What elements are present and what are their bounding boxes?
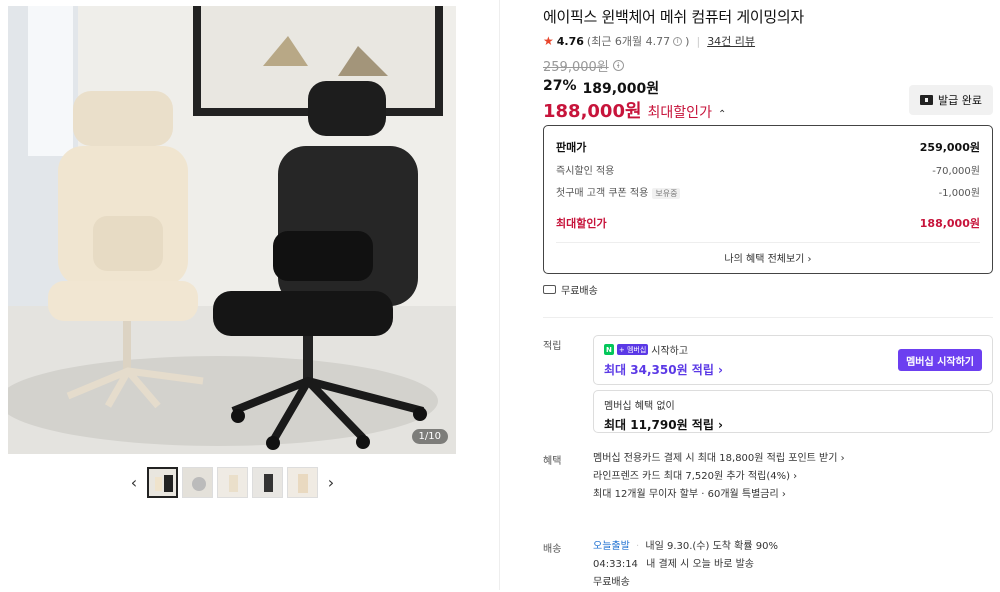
delivery-label: 배송 <box>543 544 562 555</box>
countdown-text: 내 결제 시 오늘 바로 발송 <box>646 559 755 570</box>
thumbnail-4[interactable] <box>252 466 283 498</box>
prev-image-icon[interactable]: ‹ <box>125 467 143 498</box>
chevron-up-icon[interactable]: ⌃ <box>718 109 726 120</box>
basic-points-card: 멤버십 혜택 없이 최대 11,790원 적립 › <box>593 390 993 433</box>
next-image-icon[interactable]: › <box>322 467 340 498</box>
max-discount-value: 188,000원 <box>919 217 980 230</box>
discount-price: 189,000원 <box>582 81 660 97</box>
arrival-estimate: 내일 9.30.(수) 도착 확률 90% <box>645 541 778 552</box>
separator: · <box>636 541 640 552</box>
today-shipping-badge: 오늘출발 <box>593 541 630 552</box>
thumbnail-image <box>218 467 247 497</box>
rating-recent: (최근 6개월 4.77 <box>586 35 671 48</box>
thumbnail-image <box>253 467 282 497</box>
discount-rate: 27% <box>543 78 577 94</box>
final-price-row[interactable]: 188,000원 최대할인가 ⌃ <box>543 97 726 123</box>
rating-value: 4.76 <box>556 34 584 48</box>
sale-price-row: 판매가 259,000원 <box>556 136 980 158</box>
membership-points-card: N + 멤버십 시작하고 최대 34,350원 적립 › 멤버십 시작하기 <box>593 335 993 385</box>
delivery-free-text: 무료배송 <box>593 577 630 588</box>
delivery-today-row: 오늘출발 · 내일 9.30.(수) 도착 확률 90% <box>593 538 778 556</box>
shipping-row: 무료배송 <box>543 282 598 297</box>
product-main-image[interactable]: 1/10 <box>8 6 456 454</box>
max-discount-row: 최대할인가 188,000원 <box>556 212 980 234</box>
final-price: 188,000원 <box>543 101 642 122</box>
view-all-benefits-link[interactable]: 나의 혜택 전체보기 › <box>556 243 980 277</box>
original-price-row: 259,000원 i <box>543 56 624 75</box>
benefits-list: 멤버십 전용카드 결제 시 최대 18,800원 적립 포인트 받기 › 라인프… <box>593 450 845 504</box>
free-shipping-label: 무료배송 <box>561 286 598 297</box>
thumbnail-image <box>149 468 176 496</box>
first-purchase-coupon-row: 첫구매 고객 쿠폰 적용 보유중 -1,000원 <box>556 180 980 202</box>
product-title: 에이픽스 윈백체어 메쉬 컴퓨터 게이밍의자 <box>543 8 804 26</box>
plus-membership-badge: + 멤버십 <box>616 344 649 355</box>
benefit-item[interactable]: 멤버십 전용카드 결제 시 최대 18,800원 적립 포인트 받기 › <box>593 450 845 468</box>
max-discount-label: 최대할인가 <box>556 217 607 230</box>
image-counter: 1/10 <box>411 429 448 444</box>
gallery-panel: 1/10 ‹ › <box>0 0 500 590</box>
naver-n-badge: N <box>604 344 614 355</box>
instant-discount-label: 즉시할인 적용 <box>556 165 615 177</box>
instant-discount-value: -70,000원 <box>932 165 980 177</box>
benefit-item[interactable]: 라인프렌즈 카드 최대 7,520원 추가 적립(4%) › <box>593 468 845 486</box>
coupon-icon <box>920 95 933 105</box>
thumbnail-5[interactable] <box>287 466 318 498</box>
delivery-info: 오늘출발 · 내일 9.30.(수) 도착 확률 90% 04:33:14 내 … <box>593 538 778 592</box>
coupon-button-label: 발급 완료 <box>938 94 982 107</box>
benefit-item[interactable]: 최대 12개월 무이자 할부 · 60개월 특별금리 › <box>593 486 845 504</box>
thumbnail-3[interactable] <box>217 466 248 498</box>
basic-points-text: 멤버십 혜택 없이 <box>604 401 675 412</box>
chairs-photo <box>8 6 456 454</box>
rating-row: ★ 4.76 (최근 6개월 4.77 i) | 34건 리뷰 <box>543 33 755 49</box>
thumbnail-image <box>288 467 317 497</box>
discount-row: 27% 189,000원 <box>543 78 659 98</box>
first-purchase-value: -1,000원 <box>938 187 980 199</box>
sale-price-value: 259,000원 <box>919 141 980 154</box>
start-membership-button[interactable]: 멤버십 시작하기 <box>898 349 982 371</box>
review-count-link[interactable]: 34건 리뷰 <box>707 33 755 49</box>
info-icon[interactable]: i <box>673 36 683 46</box>
original-price: 259,000원 <box>543 60 609 75</box>
separator: | <box>696 34 701 48</box>
thumbnail-2[interactable] <box>182 466 213 498</box>
truck-icon <box>543 285 556 294</box>
rating-recent-close: ) <box>685 34 690 48</box>
benefits-label: 혜택 <box>543 456 562 467</box>
final-price-label: 최대할인가 <box>647 105 712 121</box>
star-icon: ★ <box>543 34 554 48</box>
thumbnail-strip: ‹ › <box>125 466 340 498</box>
instant-discount-row: 즉시할인 적용 -70,000원 <box>556 158 980 180</box>
divider <box>543 317 993 318</box>
membership-start-text: 시작하고 <box>651 346 689 357</box>
price-breakdown-box: 판매가 259,000원 즉시할인 적용 -70,000원 첫구매 고객 쿠폰 … <box>543 125 993 274</box>
basic-points-amount[interactable]: 최대 11,790원 적립 › <box>604 416 982 433</box>
thumbnail-image <box>183 467 212 497</box>
first-purchase-label: 첫구매 고객 쿠폰 적용 <box>556 187 649 199</box>
countdown-row: 04:33:14 내 결제 시 오늘 바로 발송 <box>593 556 778 574</box>
thumbnail-1[interactable] <box>147 466 178 498</box>
points-label: 적립 <box>543 341 562 352</box>
coupon-issued-button[interactable]: 발급 완료 <box>909 85 993 115</box>
price-info-icon[interactable]: i <box>612 60 624 71</box>
countdown-timer: 04:33:14 <box>593 559 638 570</box>
sale-price-label: 판매가 <box>556 141 587 154</box>
owned-badge: 보유중 <box>652 187 681 199</box>
